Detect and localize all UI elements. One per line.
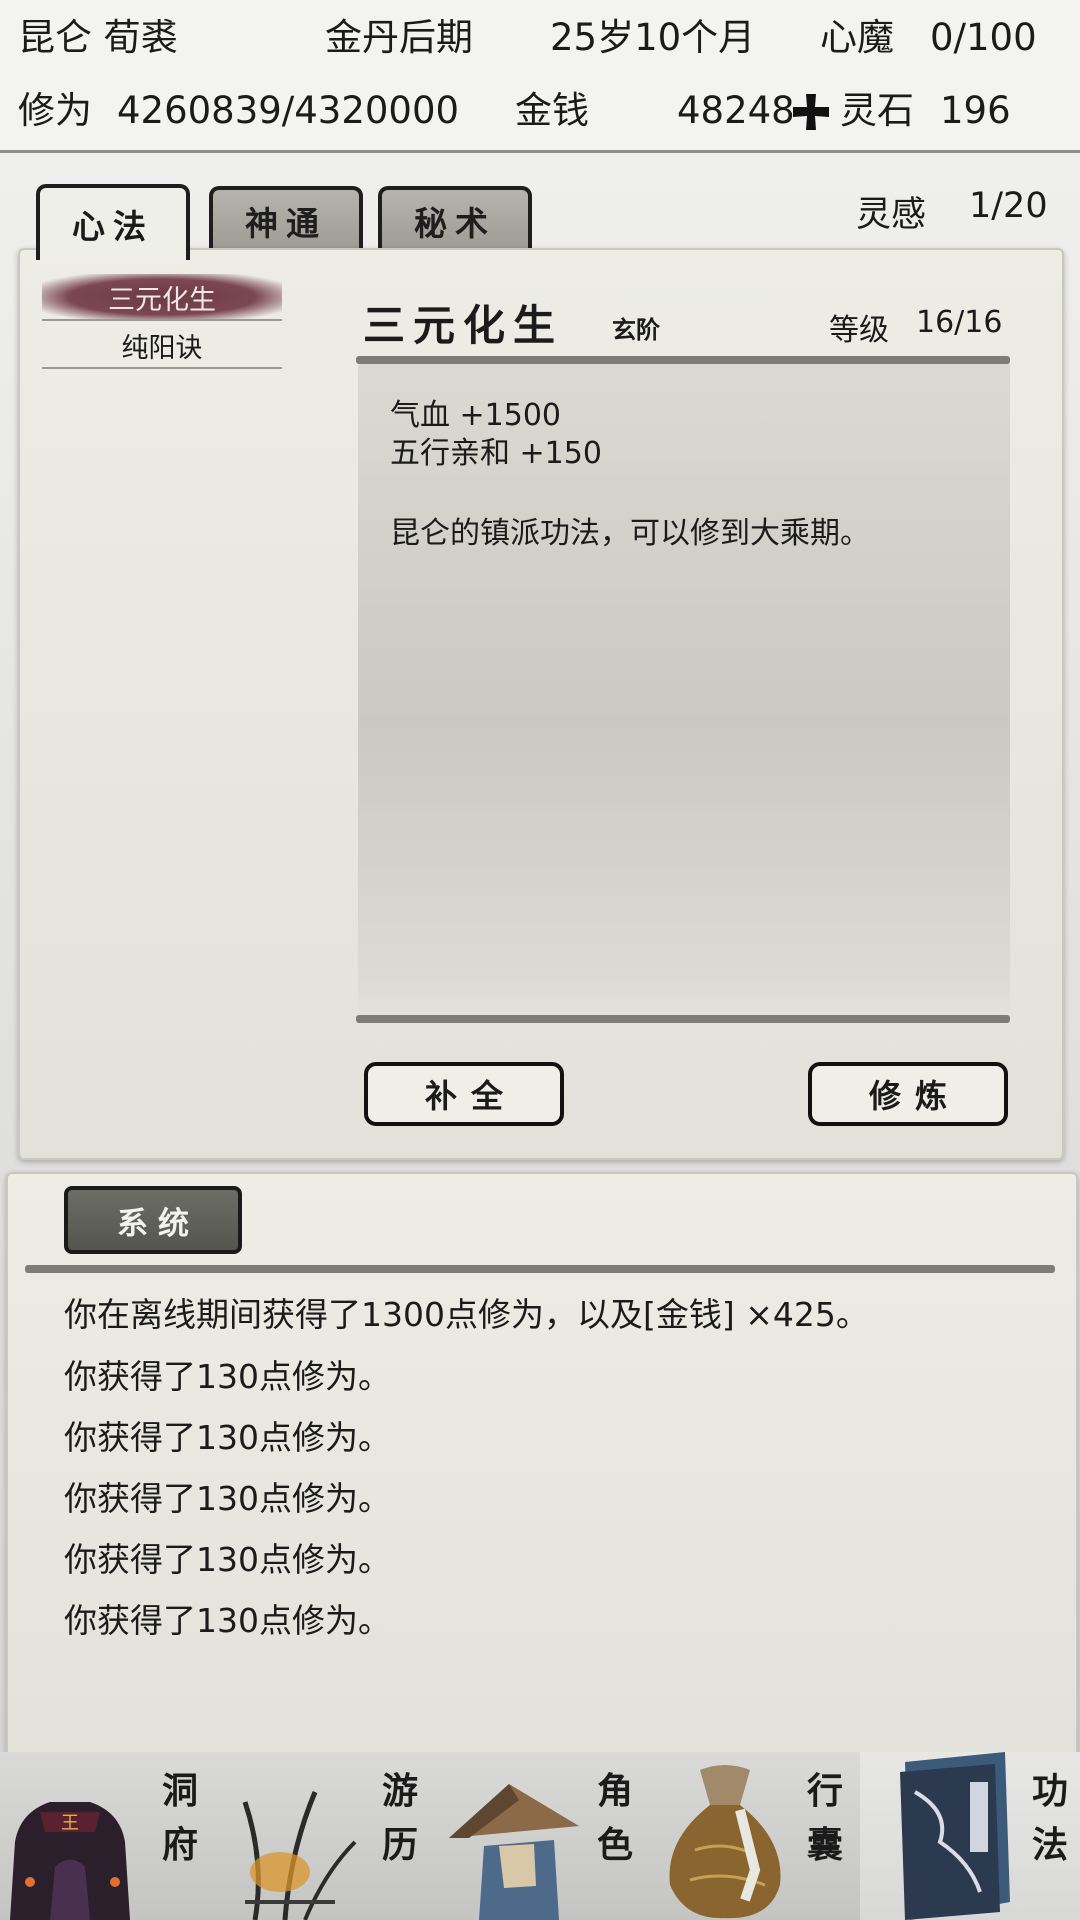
age: 25岁10个月 [550,16,756,59]
spirit-stone-value: 196 [940,89,1011,132]
stat-line: 五行亲和 +150 [390,436,602,471]
cultivation-label: 修为 [18,89,92,132]
tab-secret-art[interactable]: 秘术 [378,186,532,252]
travel-reed-icon [242,1791,357,1920]
money-label: 金钱 [515,89,589,132]
technique-list-item-selected[interactable]: 三元化生 [42,274,282,320]
log-divider [25,1265,1055,1273]
svg-text:王: 王 [61,1813,79,1834]
scripture-book-icon [900,1752,1010,1920]
log-line: 你获得了130点修为。 [64,1601,391,1640]
description-bottom-bar [356,1015,1010,1023]
realm: 金丹后期 [325,16,473,59]
nav-inventory-bag[interactable]: 行 囊 [645,1752,860,1920]
inspiration-value: 1/20 [969,186,1048,226]
log-line: 你在离线期间获得了1300点修为，以及[金钱] ×425。 [64,1295,869,1334]
log-line: 你获得了130点修为。 [64,1540,391,1579]
description-top-bar [356,356,1010,364]
tab-heart-method[interactable]: 心法 [36,184,190,260]
nav-skills[interactable]: 功 法 [860,1752,1080,1920]
list-divider [42,319,282,321]
tab-divine-ability[interactable]: 神通 [209,186,363,252]
cultivate-button[interactable]: 修炼 [808,1062,1008,1126]
nav-travel[interactable]: 游 历 [215,1752,430,1920]
spirit-stone-label: 灵石 [840,89,914,132]
technique-title: 三元化生 [363,301,564,350]
level-value: 16/16 [916,305,1003,340]
log-panel [6,1172,1078,1770]
bamboo-hat-icon [449,1784,579,1920]
bottom-nav: 王 洞 府 游 历 角 色 行 囊 功 法 [0,1752,1080,1920]
list-divider [42,367,282,369]
system-log-tab[interactable]: 系统 [64,1186,242,1254]
complete-button[interactable]: 补全 [364,1062,564,1126]
demon-value: 0/100 [930,16,1037,59]
cultivation-value: 4260839/4320000 [117,89,460,132]
log-line: 你获得了130点修为。 [64,1357,391,1396]
log-line: 你获得了130点修为。 [64,1418,391,1457]
technique-description: 昆仑的镇派功法，可以修到大乘期。 [390,516,870,551]
cloth-bag-icon [669,1765,781,1919]
technique-grade: 玄阶 [612,315,660,344]
inspiration-label: 灵感 [856,195,927,235]
nav-cave-dwelling[interactable]: 王 洞 府 [0,1752,215,1920]
log-line: 你获得了130点修为。 [64,1479,391,1518]
level-label: 等级 [829,313,889,348]
add-money-icon[interactable] [790,91,832,133]
technique-list-item[interactable]: 纯阳诀 [42,322,282,368]
sect-name: 昆仑 荀裘 [18,16,178,59]
cave-dwelling-icon: 王 [10,1802,130,1920]
demon-label: 心魔 [820,16,894,59]
status-header: 昆仑 荀裘 金丹后期 25岁10个月 心魔 0/100 修为 4260839/4… [0,0,1080,153]
money-value: 48248 [677,89,795,132]
nav-character[interactable]: 角 色 [430,1752,645,1920]
